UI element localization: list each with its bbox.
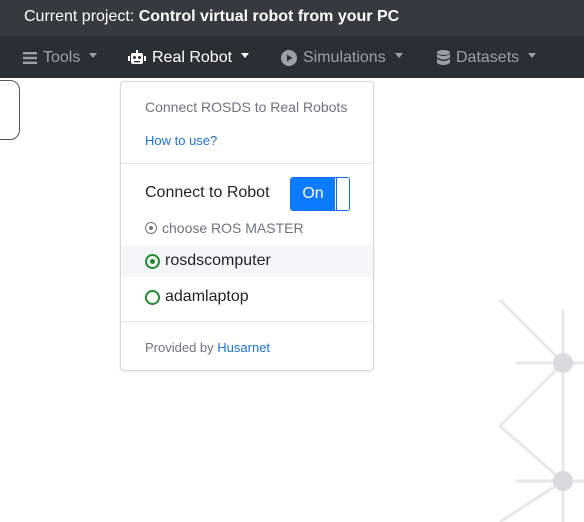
- choose-ros-master-label: choose ROS MASTER: [145, 220, 304, 236]
- nav-tools[interactable]: Tools: [23, 37, 98, 78]
- project-label: Current project:: [24, 8, 135, 25]
- footer-prefix: Provided by: [145, 340, 214, 355]
- toggle-knob: [336, 178, 349, 210]
- play-circle-icon: [281, 49, 297, 66]
- toggle-on-label: On: [291, 178, 335, 210]
- ros-master-option-label: adamlaptop: [165, 288, 249, 305]
- nav-tools-label: Tools: [43, 48, 81, 66]
- nav-simulations-label: Simulations: [303, 48, 386, 66]
- caret-down-icon: [394, 53, 403, 58]
- radio-unselected-icon: [145, 289, 160, 305]
- network-decoration-graphic: [498, 298, 584, 522]
- divider: [121, 163, 373, 164]
- connect-robot-label: Connect to Robot: [145, 184, 270, 201]
- divider: [121, 321, 373, 322]
- nav-real-robot[interactable]: Real Robot: [128, 37, 250, 78]
- nav-datasets[interactable]: Datasets: [437, 37, 537, 78]
- radio-dot-icon: [145, 222, 157, 234]
- provided-by-footer: Provided by Husarnet: [145, 340, 270, 355]
- project-title: Current project: Control virtual robot f…: [24, 0, 399, 33]
- caret-down-icon: [89, 53, 98, 58]
- caret-down-icon: [528, 53, 537, 58]
- nav-real-robot-label: Real Robot: [152, 48, 233, 66]
- project-header: Current project: Control virtual robot f…: [0, 0, 584, 37]
- choose-ros-master-text: choose ROS MASTER: [162, 220, 304, 236]
- side-panel-edge[interactable]: [0, 80, 20, 140]
- menu-icon: [23, 51, 37, 64]
- ros-master-option-rosdscomputer[interactable]: rosdscomputer: [121, 245, 373, 277]
- main-navbar: Tools Real Robot Simulations Datasets: [0, 37, 584, 78]
- database-icon: [437, 49, 450, 66]
- nav-simulations[interactable]: Simulations: [281, 37, 403, 78]
- how-to-use-link[interactable]: How to use?: [145, 133, 217, 148]
- husarnet-link[interactable]: Husarnet: [217, 340, 270, 355]
- dropdown-title: Connect ROSDS to Real Robots: [145, 99, 348, 115]
- radio-selected-icon: [145, 253, 160, 269]
- robot-icon: [128, 50, 146, 65]
- ros-master-option-adamlaptop[interactable]: adamlaptop: [121, 281, 373, 313]
- connect-robot-toggle[interactable]: On: [290, 177, 350, 211]
- real-robot-dropdown: Connect ROSDS to Real Robots How to use?…: [120, 81, 374, 371]
- caret-down-icon: [241, 53, 250, 58]
- project-name: Control virtual robot from your PC: [138, 8, 400, 25]
- ros-master-option-label: rosdscomputer: [165, 252, 271, 269]
- nav-datasets-label: Datasets: [456, 48, 520, 66]
